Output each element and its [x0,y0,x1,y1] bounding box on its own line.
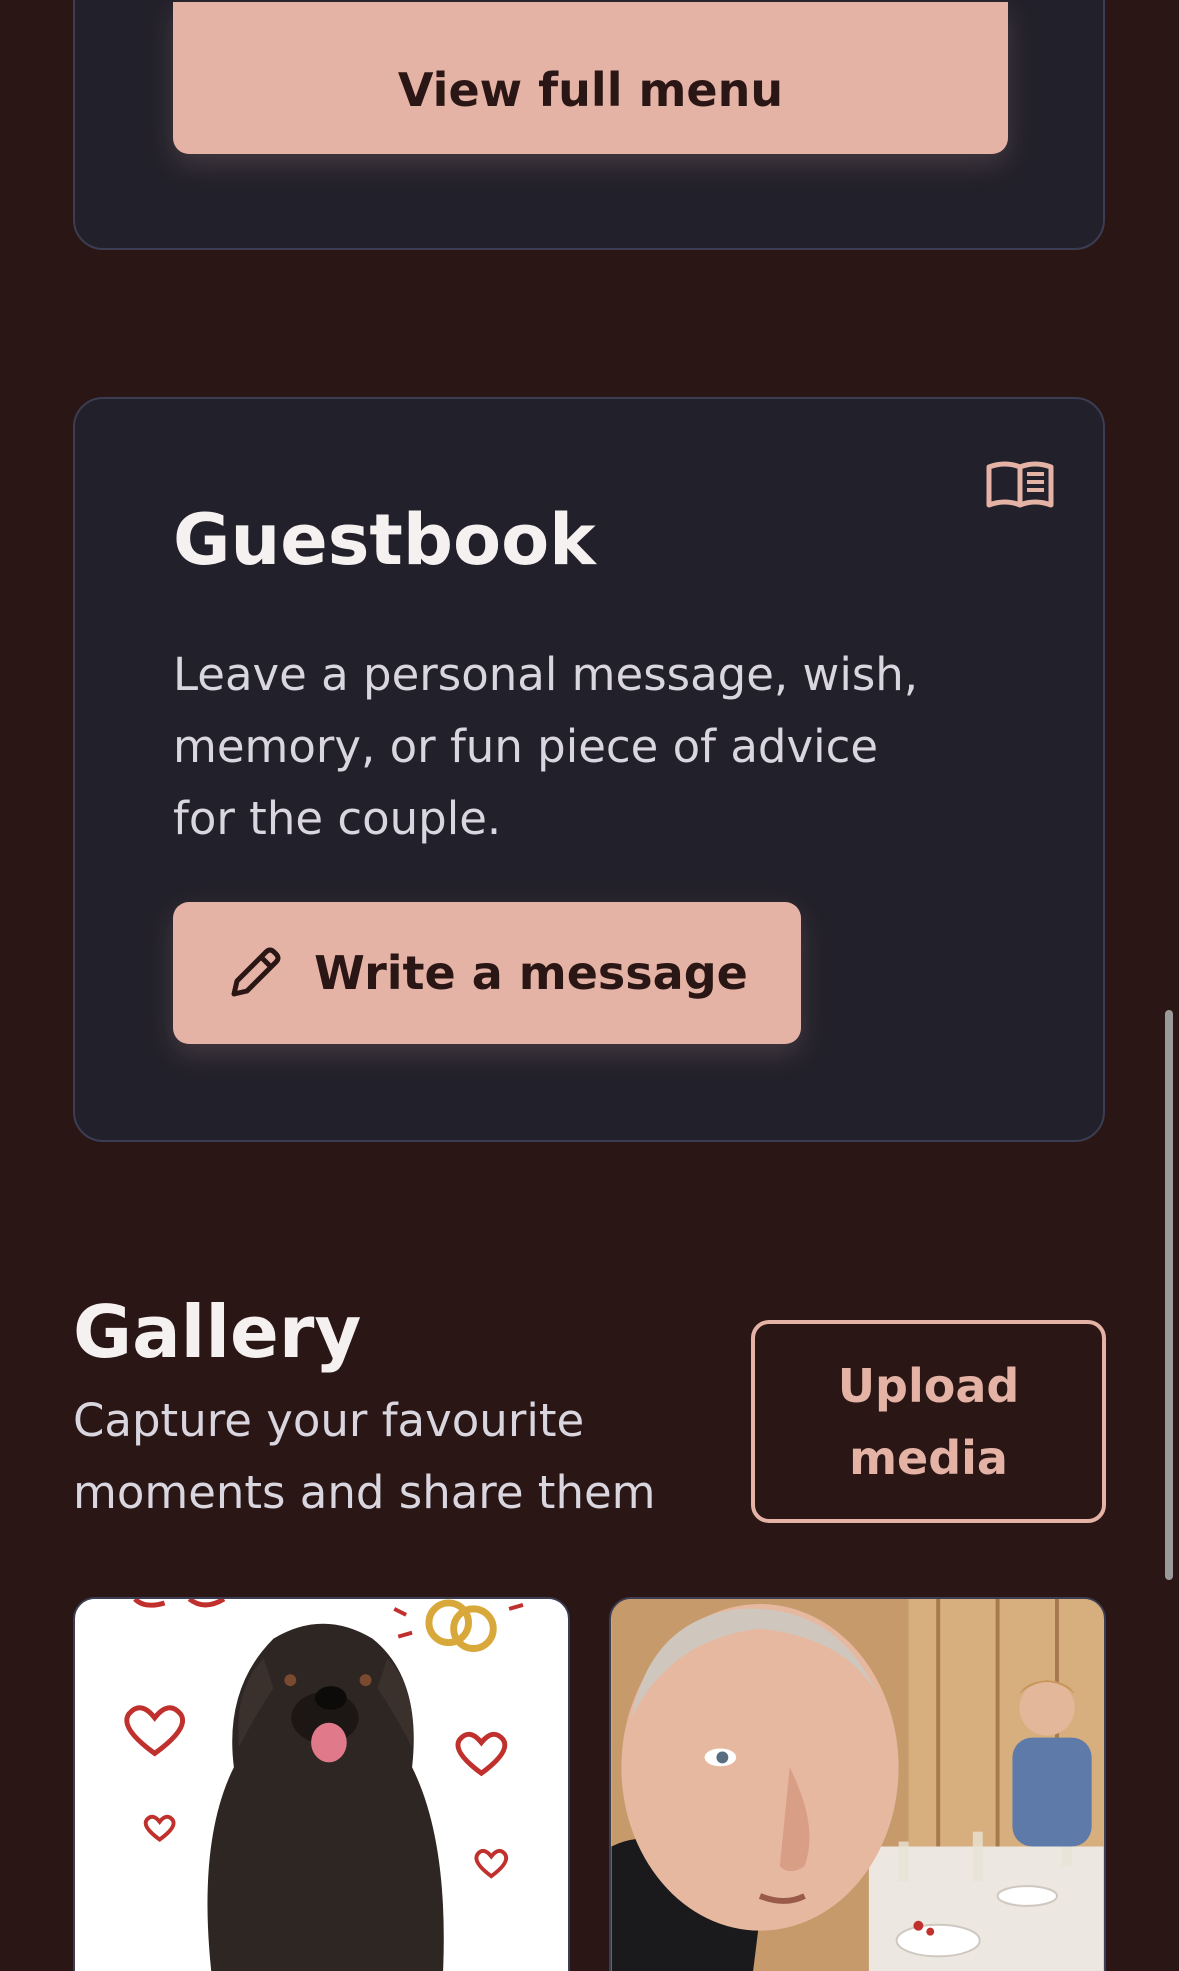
write-message-button[interactable]: Write a message [173,902,801,1044]
pencil-icon [231,947,281,997]
scrollbar[interactable] [1165,1010,1173,1580]
guestbook-title: Guestbook [173,499,596,581]
view-full-menu-label: View full menu [397,63,784,117]
dog-photo [75,1599,568,1971]
upload-media-label: Upload media [837,1358,1020,1485]
gallery-thumbnail-dog[interactable] [73,1597,570,1971]
open-book-icon [986,461,1054,508]
gallery-title: Gallery [73,1290,362,1374]
menu-card: View full menu [73,0,1105,250]
write-message-label: Write a message [314,946,748,1000]
upload-media-button[interactable]: Upload media [751,1320,1106,1523]
guestbook-description: Leave a personal message, wish, memory, … [173,648,919,845]
dinner-photo [611,1599,1104,1971]
guestbook-card: Guestbook Leave a personal message, wish… [73,397,1105,1142]
gallery-subtitle: Capture your favourite moments and share… [73,1394,656,1519]
gallery-thumbnail-dinner[interactable] [609,1597,1106,1971]
view-full-menu-button[interactable]: View full menu [173,2,1008,154]
page: View full menu Guestbook Leave a persona… [0,0,1179,1971]
